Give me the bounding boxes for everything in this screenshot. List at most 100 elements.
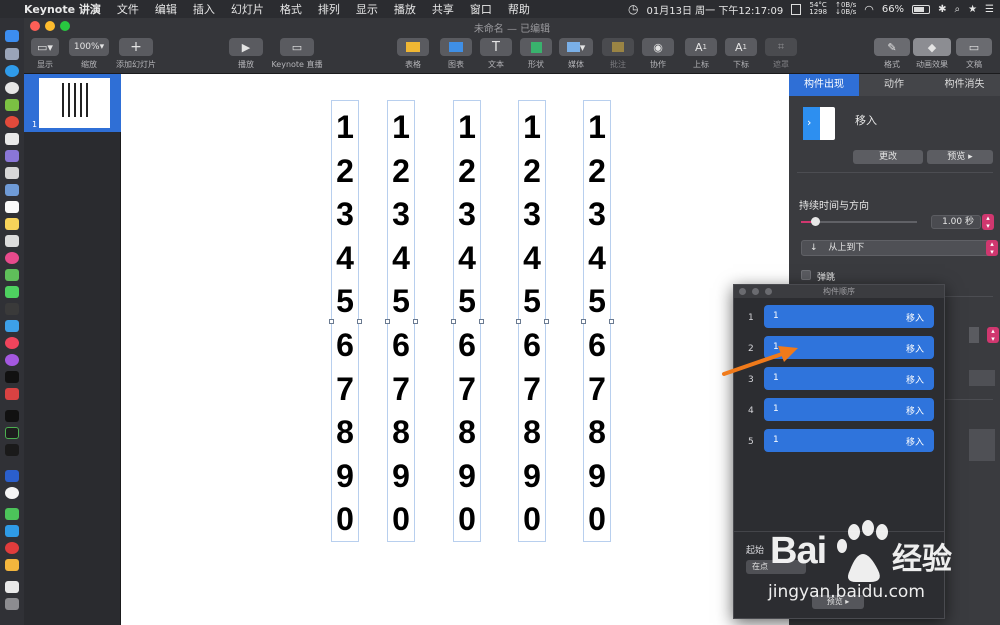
- wechat-icon[interactable]: [5, 508, 19, 520]
- hidden-stepper[interactable]: ▴ ▾: [987, 327, 999, 343]
- app-icon-29[interactable]: [5, 525, 19, 537]
- table-button[interactable]: 表格: [396, 38, 430, 70]
- stats-icon[interactable]: [791, 3, 802, 15]
- tab-build-out[interactable]: 构件消失: [929, 74, 1000, 96]
- selection-handle[interactable]: [516, 319, 521, 324]
- media-button[interactable]: ▾ 媒体: [558, 38, 594, 70]
- menu-insert[interactable]: 插入: [185, 1, 223, 17]
- slide-canvas[interactable]: 1 2 3 4 5 6 7 8 9 0 1 2 3 4 5 6 7 8 9 0 1 2 3 4 5 6 7 8 9 0 1 2 3 4 5 6 7 8 9 0…: [121, 74, 789, 625]
- zoom-dropdown[interactable]: 100% ▾ 缩放: [68, 38, 110, 70]
- network-readout[interactable]: ↑0B/s ↓0B/s: [835, 2, 856, 16]
- battery-icon[interactable]: [912, 4, 931, 14]
- menu-format[interactable]: 格式: [272, 1, 310, 17]
- compass-icon[interactable]: [5, 82, 19, 94]
- duration-stepper[interactable]: ▴ ▾: [982, 214, 994, 230]
- selection-handle[interactable]: [479, 319, 484, 324]
- superscript-button[interactable]: A1 上标: [684, 38, 718, 70]
- selection-handle[interactable]: [544, 319, 549, 324]
- music-icon[interactable]: [5, 337, 19, 349]
- bounce-checkbox[interactable]: [801, 270, 811, 280]
- app-icon-9[interactable]: [5, 167, 19, 179]
- text-box-column[interactable]: 1 2 3 4 5 6 7 8 9 0: [451, 100, 484, 542]
- calendar-icon[interactable]: [5, 201, 19, 213]
- app-icon-22[interactable]: [5, 388, 19, 400]
- tab-build-in[interactable]: 构件出现: [789, 74, 859, 96]
- menu-share[interactable]: 共享: [424, 1, 462, 17]
- selection-handle[interactable]: [357, 319, 362, 324]
- menu-arrange[interactable]: 排列: [310, 1, 348, 17]
- search-icon[interactable]: ⌕: [954, 4, 960, 15]
- app-icon-15[interactable]: [5, 269, 19, 281]
- battery-text[interactable]: 66%: [882, 4, 904, 15]
- keynote-icon[interactable]: [5, 320, 19, 332]
- app-icon-30[interactable]: [5, 542, 19, 554]
- android-icon[interactable]: [5, 99, 19, 111]
- app-icon-14[interactable]: [5, 252, 19, 264]
- duration-field[interactable]: 1.00 秒: [931, 215, 981, 229]
- build-row[interactable]: 1 移入: [764, 398, 934, 421]
- hidden-dropdown-2[interactable]: [969, 370, 995, 386]
- messages-icon[interactable]: [5, 286, 19, 298]
- control-center-icon[interactable]: ☰: [985, 4, 994, 15]
- menu-slide[interactable]: 幻灯片: [223, 1, 272, 17]
- yandex-icon[interactable]: [5, 487, 19, 499]
- menu-help[interactable]: 帮助: [500, 1, 538, 17]
- tv-icon[interactable]: [5, 371, 19, 383]
- app-icon-7[interactable]: [5, 133, 19, 145]
- minimize-button[interactable]: [752, 288, 759, 295]
- text-button[interactable]: T 文本: [479, 38, 513, 70]
- text-box-column[interactable]: 1 2 3 4 5 6 7 8 9 0: [516, 100, 549, 542]
- finder-icon[interactable]: [5, 30, 19, 42]
- build-row[interactable]: 1 移入: [764, 305, 934, 328]
- mask-button[interactable]: ⌗ 遮罩: [764, 38, 798, 70]
- notes-icon[interactable]: [5, 218, 19, 230]
- slide-thumbnail[interactable]: [39, 78, 110, 128]
- clock-text[interactable]: 01月13日 周一 下午12:17:09: [647, 2, 784, 17]
- selection-handle[interactable]: [329, 319, 334, 324]
- direction-stepper[interactable]: ▴ ▾: [986, 240, 998, 256]
- shape-button[interactable]: 形状: [519, 38, 553, 70]
- selection-handle[interactable]: [581, 319, 586, 324]
- app-icon-25[interactable]: [5, 444, 19, 456]
- menu-file[interactable]: 文件: [109, 1, 147, 17]
- app-icon-26[interactable]: [5, 470, 19, 482]
- menu-app-name[interactable]: Keynote 讲演: [16, 1, 109, 17]
- selection-handle[interactable]: [385, 319, 390, 324]
- play-button[interactable]: ▶ 播放: [227, 38, 265, 70]
- duration-slider-knob[interactable]: [810, 217, 820, 226]
- tab-action[interactable]: 动作: [859, 74, 929, 96]
- selection-handle[interactable]: [451, 319, 456, 324]
- notification-star-icon[interactable]: ★: [968, 4, 977, 15]
- slide-thumbnail-selected[interactable]: 1: [24, 74, 121, 132]
- safari-icon[interactable]: [5, 65, 19, 77]
- close-button[interactable]: [739, 288, 746, 295]
- zoom-button[interactable]: [765, 288, 772, 295]
- chrome-icon[interactable]: [5, 116, 19, 128]
- clock-icon[interactable]: ◷: [628, 2, 638, 16]
- view-button[interactable]: ▭▾ 显示: [30, 38, 60, 70]
- wifi-icon[interactable]: ◠: [864, 3, 874, 16]
- text-box-column[interactable]: 1 2 3 4 5 6 7 8 9 0: [385, 100, 418, 542]
- sensor-readout[interactable]: 54°C 1298: [809, 2, 827, 16]
- app-icon-31[interactable]: [5, 559, 19, 571]
- text-box-column[interactable]: 1 2 3 4 5 6 7 8 9 0: [581, 100, 614, 542]
- move-in-effect-icon[interactable]: ›: [803, 107, 835, 140]
- trash-icon[interactable]: [5, 598, 19, 610]
- keynote-live-button[interactable]: ▭ Keynote 直播: [268, 38, 326, 70]
- app-icon-10[interactable]: [5, 184, 19, 196]
- text-box-column[interactable]: 1 2 3 4 5 6 7 8 9 0: [329, 100, 362, 542]
- document-icon[interactable]: [5, 581, 19, 593]
- menu-window[interactable]: 窗口: [462, 1, 500, 17]
- add-slide-button[interactable]: + 添加幻灯片: [114, 38, 158, 70]
- launchpad-icon[interactable]: [5, 48, 19, 60]
- direction-dropdown[interactable]: ↓ 从上到下: [801, 240, 995, 256]
- hidden-dropdown[interactable]: [969, 327, 979, 343]
- menu-view[interactable]: 显示: [348, 1, 386, 17]
- build-row[interactable]: 1 移入: [764, 429, 934, 452]
- document-button[interactable]: ▭ 文稿: [956, 38, 992, 70]
- app-icon-17[interactable]: [5, 303, 19, 315]
- activity-monitor-icon[interactable]: [5, 427, 19, 439]
- terminal-icon[interactable]: [5, 410, 19, 422]
- comment-button[interactable]: 批注: [601, 38, 635, 70]
- menu-play[interactable]: 播放: [386, 1, 424, 17]
